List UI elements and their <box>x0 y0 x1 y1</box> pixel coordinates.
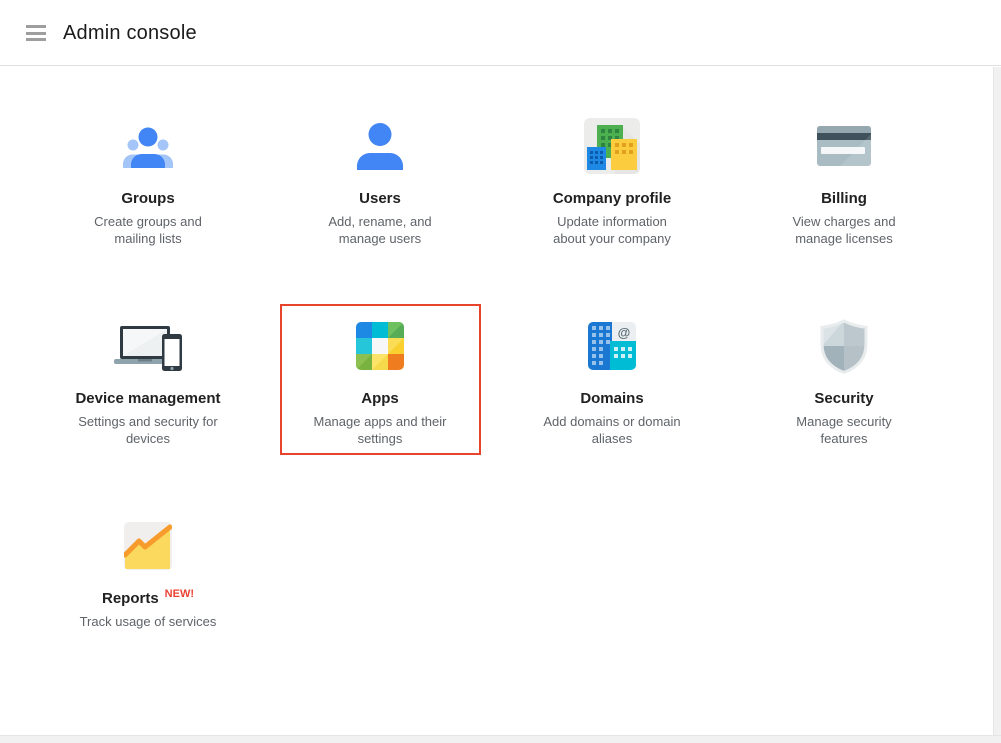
tile-reports[interactable]: Reports NEW! Track usage of services <box>32 500 264 700</box>
new-badge: NEW! <box>165 588 194 600</box>
tile-description: Add, rename, and manage users <box>328 213 431 247</box>
tile-title: Users <box>359 190 401 207</box>
groups-icon <box>120 118 176 174</box>
tile-description: Add domains or domain aliases <box>543 413 680 447</box>
tile-company-profile[interactable]: Company profile Update information about… <box>496 100 728 300</box>
tile-description: Create groups and mailing lists <box>94 213 202 247</box>
tile-users[interactable]: Users Add, rename, and manage users <box>264 100 496 300</box>
tile-domains[interactable]: @ Domains Add domains or domain aliases <box>496 300 728 500</box>
domains-icon: @ <box>588 318 636 374</box>
tile-title: Apps <box>361 390 399 407</box>
vertical-scrollbar-track[interactable] <box>993 67 1001 735</box>
tile-description: Manage security features <box>796 413 891 447</box>
svg-text:@: @ <box>618 325 631 340</box>
tile-groups[interactable]: Groups Create groups and mailing lists <box>32 100 264 300</box>
tile-description: Update information about your company <box>553 213 671 247</box>
security-shield-icon <box>816 318 872 374</box>
users-icon <box>352 118 408 174</box>
apps-icon <box>356 318 404 374</box>
tile-title: Domains <box>580 390 643 407</box>
tile-security[interactable]: Security Manage security features <box>728 300 960 500</box>
company-profile-icon <box>584 118 640 174</box>
device-management-icon <box>110 318 186 374</box>
reports-icon <box>124 518 172 574</box>
tile-billing[interactable]: Billing View charges and manage licenses <box>728 100 960 300</box>
tile-title: Groups <box>121 190 174 207</box>
app-header: Admin console <box>0 0 1001 66</box>
tile-description: View charges and manage licenses <box>792 213 895 247</box>
tile-title: Company profile <box>553 190 671 207</box>
tile-title-text: Reports <box>102 590 159 607</box>
tile-device-management[interactable]: Device management Settings and security … <box>32 300 264 500</box>
tile-description: Track usage of services <box>80 613 217 630</box>
tile-title: Device management <box>75 390 220 407</box>
tile-title: Reports NEW! <box>102 590 194 607</box>
billing-icon <box>816 118 872 174</box>
hamburger-menu-icon[interactable] <box>26 24 48 42</box>
horizontal-scrollbar-track[interactable] <box>0 735 1001 743</box>
page-title: Admin console <box>63 0 197 66</box>
tile-apps[interactable]: Apps Manage apps and their settings <box>264 300 496 500</box>
tile-title: Billing <box>821 190 867 207</box>
service-tile-grid: Groups Create groups and mailing lists U… <box>32 100 960 700</box>
tile-title: Security <box>814 390 873 407</box>
tile-description: Settings and security for devices <box>78 413 217 447</box>
tile-description: Manage apps and their settings <box>314 413 447 447</box>
